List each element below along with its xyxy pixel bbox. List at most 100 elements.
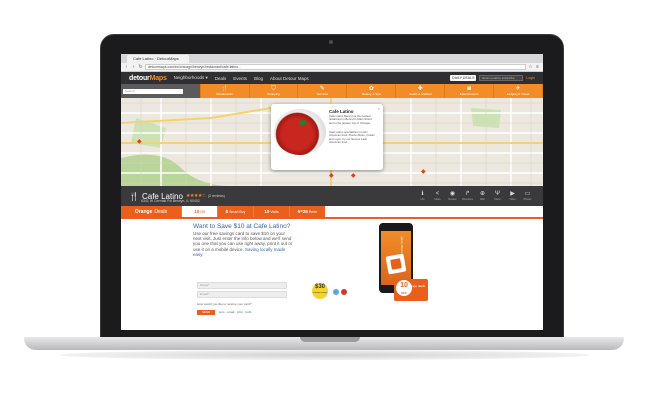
nav-events[interactable]: Events (233, 76, 247, 81)
map-pin-icon[interactable]: ◆ (421, 168, 426, 175)
subscribe-input[interactable]: Enter email to subscribe (479, 75, 524, 81)
email-field[interactable]: Email* (197, 291, 287, 298)
browser-tab[interactable]: Cafe Latino · DetourMaps (127, 55, 189, 63)
nav-blog[interactable]: Blog (254, 76, 263, 81)
back-icon[interactable]: ‹ (124, 64, 129, 70)
nav-deals[interactable]: Deals (215, 76, 227, 81)
screen: Cafe Latino · DetourMaps ‹ › ↻ detourmap… (121, 54, 543, 330)
tool-video[interactable]: ▶ Video (505, 191, 520, 201)
tool-label: Review (448, 198, 457, 201)
tab-num: 10 (194, 209, 200, 214)
tab-10-off[interactable]: 10 Off (181, 206, 217, 217)
nav-about[interactable]: About Detour Maps (270, 76, 309, 81)
tab-refer[interactable]: 5=25 Refer (289, 206, 325, 217)
reviews-link[interactable]: (3 reviews) (208, 194, 225, 198)
category-label: Health & Medical (408, 92, 432, 96)
tool-label: Web (479, 198, 486, 201)
category-label: Services (316, 92, 329, 96)
category-label: Shopping (267, 92, 280, 96)
tab-label: Off (200, 209, 205, 214)
category-entertainment[interactable]: ◙ Entertainment (445, 84, 495, 98)
search-area: Search (121, 84, 201, 98)
star-icon[interactable]: ☆ (528, 64, 533, 70)
tool-label: Info (420, 198, 425, 201)
business-tools: ℹ Info < Share ◉ Review ↱ Directions ⊕ Web ΨM… (415, 191, 535, 201)
map-pin-icon[interactable]: ◆ (329, 172, 334, 179)
tool-web[interactable]: ⊕ Web (475, 191, 490, 201)
tool-label: Share (434, 198, 441, 201)
info-icon: ℹ (421, 191, 424, 197)
reload-icon[interactable]: ↻ (138, 64, 143, 70)
map-popup: Cafe Latino Cafe Latino Berwyn is the co… (271, 104, 383, 170)
name-field[interactable]: Name* (197, 282, 287, 289)
savings-card-image: 10 OFF orange deals (394, 279, 428, 301)
header-right: DAILY DEALS Enter email to subscribe Log… (450, 75, 535, 81)
search-input[interactable]: Search (123, 88, 183, 94)
category-beauty[interactable]: ✿ Beauty & Spa (347, 84, 397, 98)
category-shopping[interactable]: ⛉ Shopping (250, 84, 299, 98)
business-bar: 🍴 Cafe Latino ★★★★☆ (3 reviews) 6341 W C… (121, 186, 543, 206)
popup-description: Cafe Latino Berwyn is the coolest restau… (329, 114, 372, 125)
popup-description-2: Cafe Latino specializes in Latin America… (329, 130, 375, 144)
tool-directions[interactable]: ↱ Directions (460, 191, 475, 201)
card-brand: orange deals (407, 284, 425, 288)
category-restaurants[interactable]: 🍴 Restaurants (201, 84, 250, 98)
daily-deals-button[interactable]: DAILY DEALS (450, 75, 477, 81)
tool-share[interactable]: < Share (430, 191, 445, 201)
nav-neighborhoods[interactable]: Neighborhoods ▾ (174, 75, 208, 81)
brand-bold: Orange (134, 208, 153, 215)
tool-photos[interactable]: ▭ Photos (520, 191, 535, 201)
route-icon: ↱ (464, 191, 471, 197)
business-address: 6341 W Cermak Rd Berwyn, IL 60402 (141, 199, 200, 203)
promo-title: Want to Save $10 at Cafe Latino? (193, 223, 291, 230)
category-label: Restaurants (216, 92, 233, 96)
card-badge: 10 OFF (395, 279, 413, 297)
phone-screen: orange deals (381, 231, 411, 285)
delivery-options[interactable]: sms · email · print · both (219, 310, 251, 314)
tool-label: Directions (461, 198, 474, 201)
photo-icon: ▭ (524, 191, 531, 197)
address-bar: ‹ › ↻ detourmaps.com/en/chicago/berwyn/r… (121, 63, 543, 72)
tab-10-visits[interactable]: 10 Visits (253, 206, 289, 217)
category-bar: Search 🍴 Restaurants ⛉ Shopping ✎ Services … (121, 84, 543, 98)
brand-light: Deals (154, 208, 168, 215)
send-button[interactable]: SEND (197, 310, 215, 315)
promo-section: Want to Save $10 at Cafe Latino? Use our… (121, 219, 543, 319)
tab-smart-buy[interactable]: $ Smart Buy (217, 206, 253, 217)
login-link[interactable]: Login (526, 76, 535, 80)
tool-info[interactable]: ℹ Info (415, 191, 430, 201)
url-input[interactable]: detourmaps.com/en/chicago/berwyn/restaur… (145, 64, 526, 70)
badge-value: $30 (314, 284, 325, 290)
map-pin-icon[interactable]: ◆ (137, 138, 142, 145)
laptop-shadow (60, 350, 590, 360)
deals-bar: Orange Deals 10 Off $ Smart Buy 10 Visits 5=… (121, 206, 543, 219)
deals-bar-spacer (325, 206, 543, 217)
tool-label: Menu (494, 198, 501, 201)
tool-menu[interactable]: Ψ Menu (490, 191, 505, 201)
logo[interactable]: detourMaps (129, 75, 167, 82)
category-health[interactable]: ✚ Health & Medical (396, 84, 446, 98)
logo-main: detour (129, 74, 150, 82)
tab-num: 5=25 (297, 209, 308, 214)
card-icon (385, 253, 407, 275)
tab-label: Refer (308, 209, 318, 214)
map-pin-icon[interactable]: ◆ (351, 172, 356, 179)
laptop-notch (300, 337, 360, 342)
tool-review[interactable]: ◉ Review (445, 191, 460, 201)
tool-label: Video (509, 198, 516, 201)
basil-garnish (299, 120, 307, 125)
category-label: Lodging & Travel (506, 92, 530, 96)
promo-text: Use our free savings card to save $10 on… (193, 231, 293, 257)
video-icon: ▶ (510, 191, 515, 197)
category-services[interactable]: ✎ Services (298, 84, 348, 98)
site-header: detourMaps Neighborhoods ▾ Deals Events … (121, 72, 543, 84)
category-lodging[interactable]: ✈ Lodging & Travel (494, 84, 543, 98)
orange-deals-brand: Orange Deals (121, 206, 181, 217)
fork-icon: 🍴 (129, 191, 139, 201)
menu-icon[interactable]: ≡ (535, 64, 540, 70)
map[interactable]: ◆ ◆ ◆ ◆ Cafe Latino Cafe Latino Berwyn i… (121, 98, 543, 186)
forward-icon[interactable]: › (131, 64, 136, 70)
close-icon[interactable]: × (378, 106, 380, 111)
globe-icon: ⊕ (479, 191, 486, 197)
food-photo (274, 109, 326, 155)
